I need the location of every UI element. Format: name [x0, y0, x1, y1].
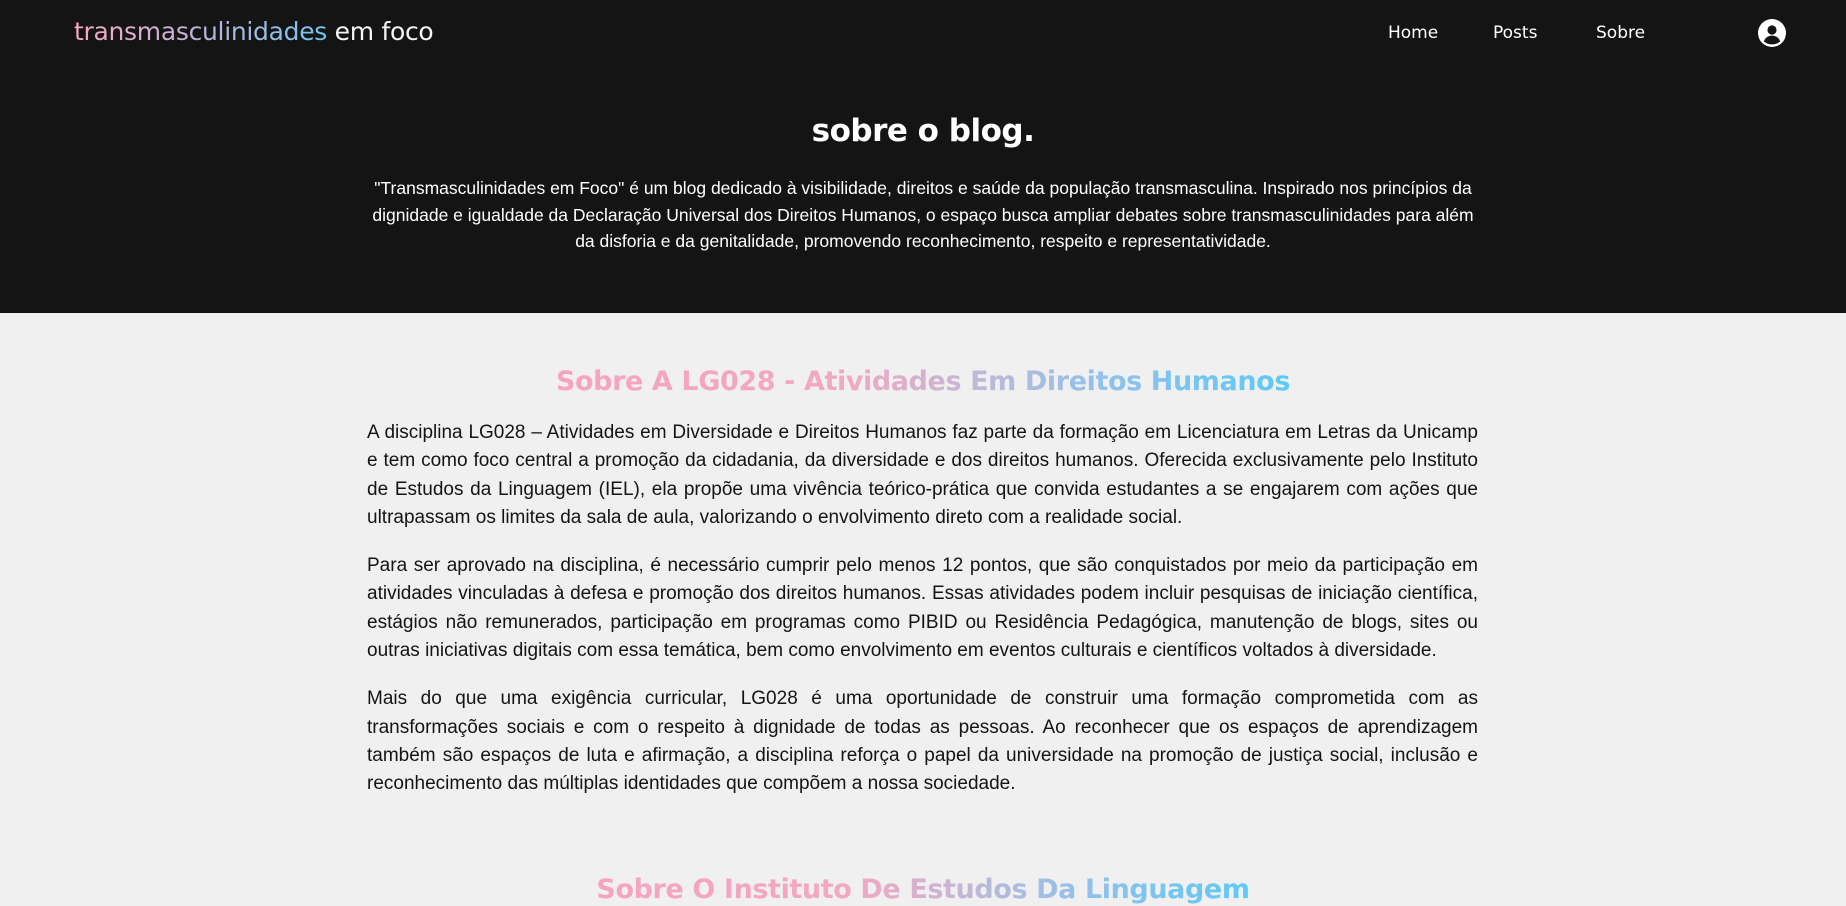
paragraph-1: A disciplina LG028 – Atividades em Diver… — [367, 422, 1478, 528]
lg028-paragraphs: A disciplina LG028 – Atividades em Diver… — [367, 419, 1478, 819]
paragraph-3: Mais do que uma exigência curricular, LG… — [367, 688, 1478, 795]
hero-title: sobre o blog. — [811, 113, 1035, 149]
hero-description: "Transmasculinidades em Foco" é um blog … — [372, 178, 1474, 251]
section-title-iel-text: Sobre O Instituto De Estudos Da Linguage… — [596, 874, 1250, 905]
nav-home-link[interactable]: Home — [1388, 23, 1438, 43]
nav-sobre-link[interactable]: Sobre — [1596, 23, 1645, 43]
hero-section: transmasculinidades em foco Home Posts S… — [0, 0, 1846, 313]
user-circle-icon[interactable] — [1758, 19, 1786, 47]
logo-rest: em foco — [327, 17, 434, 46]
logo-highlight: transmasculinidades — [74, 17, 328, 46]
navbar: transmasculinidades em foco Home Posts S… — [0, 0, 1846, 70]
section-title-iel: Sobre O Instituto De Estudos Da Linguage… — [0, 874, 1846, 905]
paragraph-2: Para ser aprovado na disciplina, é neces… — [367, 555, 1478, 662]
section-title-lg028-text: Sobre A LG028 - Atividades Em Direitos H… — [555, 366, 1290, 397]
nav-posts-link[interactable]: Posts — [1493, 23, 1537, 43]
site-logo[interactable]: transmasculinidades em foco — [74, 17, 434, 46]
section-title-lg028: Sobre A LG028 - Atividades Em Direitos H… — [0, 366, 1846, 397]
